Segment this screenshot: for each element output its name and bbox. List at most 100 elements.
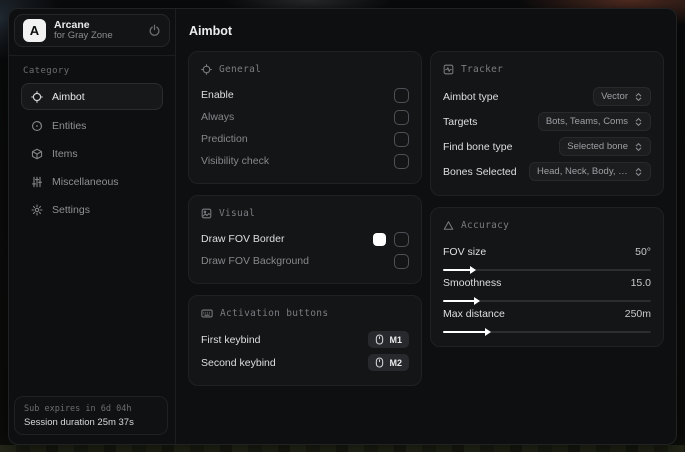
setting-row-first-keybind: First keybind M1 <box>201 328 409 351</box>
panel-title: Visual <box>219 208 256 219</box>
tracker-panel-header: Tracker <box>443 60 651 84</box>
smoothness-slider[interactable] <box>443 297 651 305</box>
setting-row-smoothness: Smoothness 15.0 <box>443 273 651 305</box>
setting-row-max-distance: Max distance 250m <box>443 304 651 336</box>
setting-row-prediction: Prediction <box>201 128 409 150</box>
chevrons-up-down-icon <box>634 92 643 102</box>
crosshair-icon <box>31 90 43 103</box>
setting-row-draw-fov-border: Draw FOV Border <box>201 228 409 250</box>
find-bone-type-dropdown[interactable]: Selected bone <box>559 137 651 156</box>
gear-icon <box>31 203 43 216</box>
setting-row-draw-fov-background: Draw FOV Background <box>201 250 409 272</box>
brand-subtitle: for Gray Zone <box>54 30 113 42</box>
category-label: Category <box>23 66 70 76</box>
slider-fill <box>443 328 491 336</box>
setting-label: Draw FOV Border <box>201 233 285 245</box>
enable-checkbox[interactable] <box>394 87 409 103</box>
chevrons-up-down-icon <box>634 167 643 177</box>
always-checkbox[interactable] <box>394 109 409 125</box>
dropdown-value: Vector <box>601 91 628 102</box>
crosshair-icon <box>201 64 212 75</box>
menu-window: A Arcane for Gray Zone Category Aimbot E… <box>8 8 677 445</box>
setting-label: Targets <box>443 115 478 128</box>
targets-dropdown[interactable]: Bots, Teams, Coms <box>537 112 651 131</box>
panel-title: Activation buttons <box>220 308 329 319</box>
sliders-icon <box>31 176 43 188</box>
dropdown-value: Head, Neck, Body, Pe.. <box>537 166 628 177</box>
setting-label: Enable <box>201 89 234 101</box>
max-distance-value: 250m <box>624 308 651 320</box>
keybind-value: M2 <box>389 357 402 368</box>
setting-label: Second keybind <box>201 356 276 369</box>
sidebar: A Arcane for Gray Zone Category Aimbot E… <box>9 9 176 444</box>
left-column: General Enable Always Prediction Visibil… <box>188 51 422 397</box>
chevrons-up-down-icon <box>634 142 643 152</box>
tracker-panel: Tracker Aimbot type Vector Targets Bots,… <box>430 51 664 196</box>
accuracy-panel-header: Accuracy <box>443 216 651 240</box>
setting-row-bones-selected: Bones Selected Head, Neck, Body, Pe.. <box>443 159 651 184</box>
setting-label: Bones Selected <box>443 165 517 178</box>
sidebar-item-settings[interactable]: Settings <box>21 197 163 222</box>
general-panel: General Enable Always Prediction Visibil… <box>188 51 422 184</box>
image-icon <box>201 208 212 219</box>
dropdown-value: Bots, Teams, Coms <box>545 116 628 127</box>
sidebar-item-label: Miscellaneous <box>52 175 119 188</box>
setting-label: Always <box>201 111 235 123</box>
setting-row-fov-size: FOV size 50° <box>443 242 651 274</box>
visibility-check-checkbox[interactable] <box>394 153 409 169</box>
brand-logo: A <box>23 19 46 42</box>
setting-label: Smoothness <box>443 277 502 289</box>
smoothness-value: 15.0 <box>630 277 651 289</box>
activation-buttons-panel: Activation buttons First keybind M1 Seco… <box>188 295 422 386</box>
visual-panel: Visual Draw FOV Border Draw FOV Backgrou… <box>188 195 422 284</box>
setting-row-aimbot-type: Aimbot type Vector <box>443 84 651 109</box>
setting-row-second-keybind: Second keybind M2 <box>201 351 409 374</box>
sidebar-item-label: Entities <box>52 119 87 132</box>
visual-panel-header: Visual <box>201 204 409 228</box>
subscription-card: Sub expires in 6d 04h Session duration 2… <box>14 396 168 435</box>
keyboard-icon <box>201 308 213 319</box>
sidebar-item-items[interactable]: Items <box>21 141 163 166</box>
sidebar-item-label: Items <box>52 147 78 160</box>
setting-label: First keybind <box>201 333 261 346</box>
sidebar-item-entities[interactable]: Entities <box>21 113 163 138</box>
brand-card: A Arcane for Gray Zone <box>14 14 170 47</box>
power-icon[interactable] <box>148 24 161 37</box>
accuracy-panel: Accuracy FOV size 50° Smoothness 15.0 Ma… <box>430 207 664 347</box>
sidebar-item-label: Aimbot <box>52 90 85 103</box>
panel-title: Tracker <box>461 64 504 75</box>
fov-size-slider[interactable] <box>443 266 651 274</box>
mouse-icon <box>375 357 384 368</box>
fov-border-color-swatch[interactable] <box>373 232 386 246</box>
slider-fill <box>443 266 477 274</box>
sidebar-item-aimbot[interactable]: Aimbot <box>21 83 163 110</box>
general-panel-header: General <box>201 60 409 84</box>
keybind-value: M1 <box>389 334 402 345</box>
session-duration: Session duration 25m 37s <box>24 417 134 428</box>
dropdown-value: Selected bone <box>567 141 628 152</box>
sidebar-item-label: Settings <box>52 203 90 216</box>
second-keybind-button[interactable]: M2 <box>368 354 409 371</box>
brand-text: Arcane for Gray Zone <box>54 19 113 42</box>
draw-fov-border-checkbox[interactable] <box>394 231 409 247</box>
sidebar-item-miscellaneous[interactable]: Miscellaneous <box>21 169 163 194</box>
setting-row-visibility-check: Visibility check <box>201 150 409 172</box>
draw-fov-background-checkbox[interactable] <box>394 253 409 269</box>
right-column: Tracker Aimbot type Vector Targets Bots,… <box>430 51 664 358</box>
setting-label: Visibility check <box>201 155 270 167</box>
triangle-icon <box>443 220 454 231</box>
main-content: Aimbot General Enable Always Prediction … <box>176 9 676 444</box>
mouse-icon <box>375 334 384 345</box>
aimbot-type-dropdown[interactable]: Vector <box>593 87 651 106</box>
setting-row-always: Always <box>201 106 409 128</box>
chevrons-up-down-icon <box>634 117 643 127</box>
max-distance-slider[interactable] <box>443 328 651 336</box>
setting-label: Find bone type <box>443 140 513 153</box>
setting-label: Draw FOV Background <box>201 255 309 267</box>
bones-selected-dropdown[interactable]: Head, Neck, Body, Pe.. <box>529 162 651 181</box>
first-keybind-button[interactable]: M1 <box>368 331 409 348</box>
setting-row-targets: Targets Bots, Teams, Coms <box>443 109 651 134</box>
setting-row-find-bone-type: Find bone type Selected bone <box>443 134 651 159</box>
prediction-checkbox[interactable] <box>394 131 409 147</box>
activation-panel-header: Activation buttons <box>201 304 409 328</box>
